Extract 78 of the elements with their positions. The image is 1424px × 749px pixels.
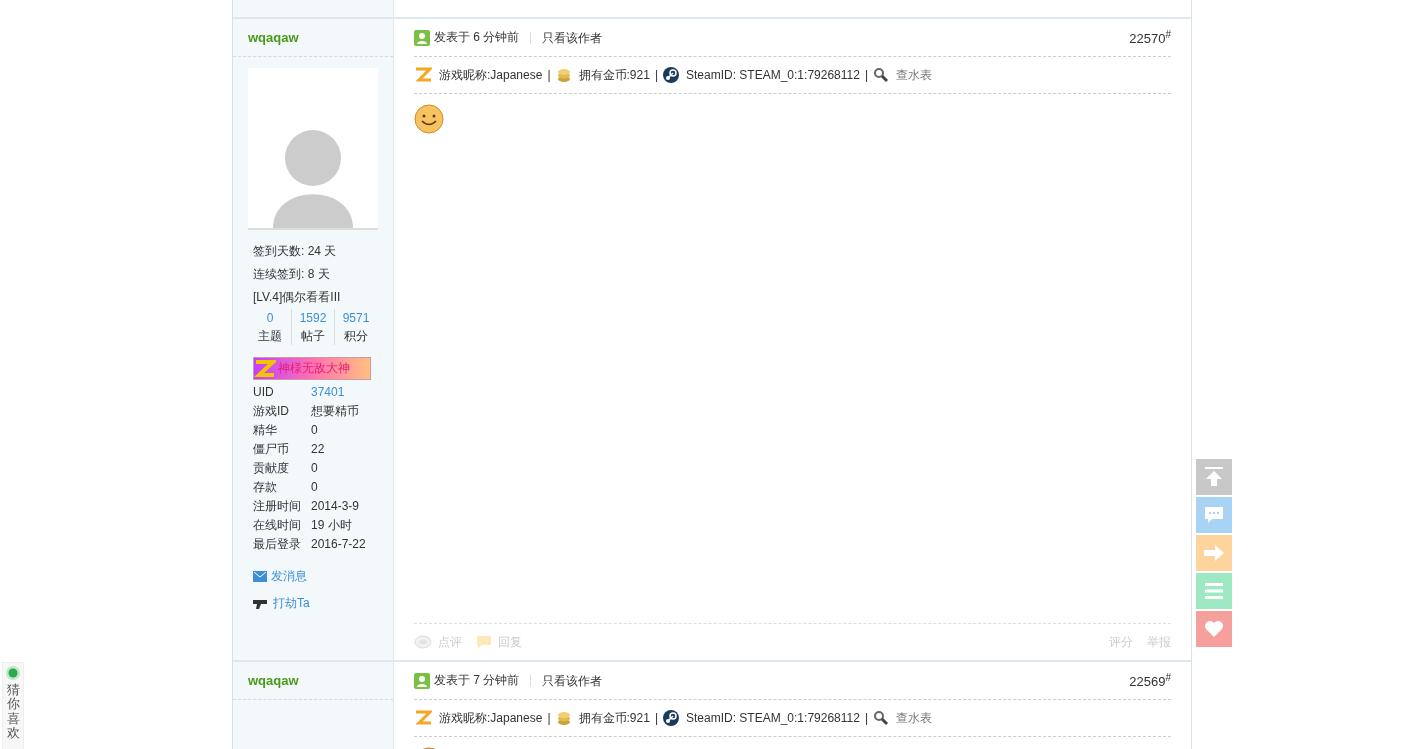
- search-icon: [873, 67, 889, 83]
- field-value: 22: [311, 441, 326, 458]
- counter-value[interactable]: 1592: [299, 309, 327, 327]
- field-value: 2014-3-9: [311, 498, 361, 515]
- gun-icon: [253, 597, 269, 610]
- separator: |: [547, 68, 551, 82]
- check-link[interactable]: 查水表: [896, 66, 932, 84]
- profile-stat: 连续签到: 8 天: [253, 266, 331, 283]
- user-icon: [414, 672, 430, 689]
- separator: |: [654, 711, 658, 725]
- user-icon: [414, 29, 430, 46]
- floor-number: 22570$^{#}$: [1129, 28, 1171, 47]
- field-link[interactable]: 37401: [311, 383, 393, 402]
- coin-stack-icon: [555, 67, 572, 83]
- coins-info: 拥有金币:921: [578, 66, 650, 84]
- field-label: UID: [253, 384, 275, 401]
- smiley-icon: [414, 104, 444, 134]
- profile-stat: [LV.4]偶尔看看III: [253, 289, 342, 306]
- medal-badge: 神様无敌大神: [253, 357, 371, 380]
- comment-icon: [414, 635, 432, 649]
- z-logo-icon: [414, 710, 432, 726]
- separator: |: [864, 711, 868, 725]
- coin-stack-icon: [555, 710, 572, 726]
- field-label: 贡献度: [253, 460, 290, 477]
- profile-stat: 签到天数: 24 天: [253, 243, 338, 260]
- only-author-link[interactable]: 只看该作者: [530, 674, 603, 687]
- separator: |: [654, 68, 658, 82]
- nickname-info: 游戏昵称:Japanese: [439, 66, 543, 84]
- field-value: 0: [311, 479, 319, 496]
- field-value: 2016-7-22: [311, 536, 367, 553]
- separator: |: [547, 711, 551, 725]
- separator: |: [864, 68, 868, 82]
- heart-icon: [1204, 620, 1224, 638]
- field-label: 僵尸币: [253, 441, 290, 458]
- counter-label: 主题: [258, 328, 282, 345]
- field-value: 想要精币: [311, 403, 360, 420]
- list-icon: [1205, 583, 1223, 599]
- steam-info: SteamID: STEAM_0:1:79268112: [686, 68, 860, 82]
- arrow-right-icon: [1204, 545, 1224, 561]
- counter-label: 帖子: [301, 328, 325, 345]
- counter-label: 积分: [344, 328, 368, 345]
- steam-icon: [663, 67, 679, 83]
- steam-info: SteamID: STEAM_0:1:79268112: [686, 711, 860, 725]
- field-label: 最后登录: [253, 536, 302, 553]
- next-button[interactable]: [1196, 535, 1232, 571]
- search-icon: [873, 710, 889, 726]
- field-value: 0: [311, 460, 319, 477]
- check-link[interactable]: 查水表: [896, 709, 932, 727]
- z-logo-icon: [414, 67, 432, 83]
- heart-button[interactable]: [1196, 611, 1232, 647]
- coins-info: 拥有金币:921: [578, 709, 650, 727]
- field-value: 19 小时: [311, 517, 353, 534]
- only-author-link[interactable]: 只看该作者: [530, 31, 603, 44]
- field-label: 在线时间: [253, 517, 302, 534]
- field-label: 游戏ID: [253, 403, 290, 420]
- comment-button[interactable]: [1196, 497, 1232, 533]
- counter-value[interactable]: 9571: [342, 309, 370, 327]
- mail-icon: [253, 571, 267, 582]
- back-to-top-icon: [1205, 467, 1223, 487]
- status-dot-icon: [6, 666, 20, 680]
- list-button[interactable]: [1196, 573, 1232, 609]
- rob-link[interactable]: 打劫Ta: [253, 595, 393, 612]
- field-label: 存款: [253, 479, 278, 496]
- floor-number: 22569$^{#}$: [1129, 671, 1171, 690]
- steam-icon: [663, 710, 679, 726]
- author-name[interactable]: wqaqaw: [248, 30, 299, 45]
- post-time: 发表于 7 分钟前: [434, 672, 520, 689]
- field-label: 注册时间: [253, 498, 302, 515]
- nickname-info: 游戏昵称:Japanese: [439, 709, 543, 727]
- top-button[interactable]: [1196, 459, 1232, 495]
- post-time: 发表于 6 分钟前: [434, 29, 520, 46]
- author-name[interactable]: wqaqaw: [248, 673, 299, 688]
- chat-bubble-icon: [1204, 506, 1224, 524]
- reply-icon: [476, 635, 492, 649]
- counter-value[interactable]: 0: [266, 309, 274, 327]
- field-label: 精华: [253, 422, 278, 439]
- field-value: 0: [311, 422, 319, 439]
- send-message-link[interactable]: 发消息: [253, 568, 393, 585]
